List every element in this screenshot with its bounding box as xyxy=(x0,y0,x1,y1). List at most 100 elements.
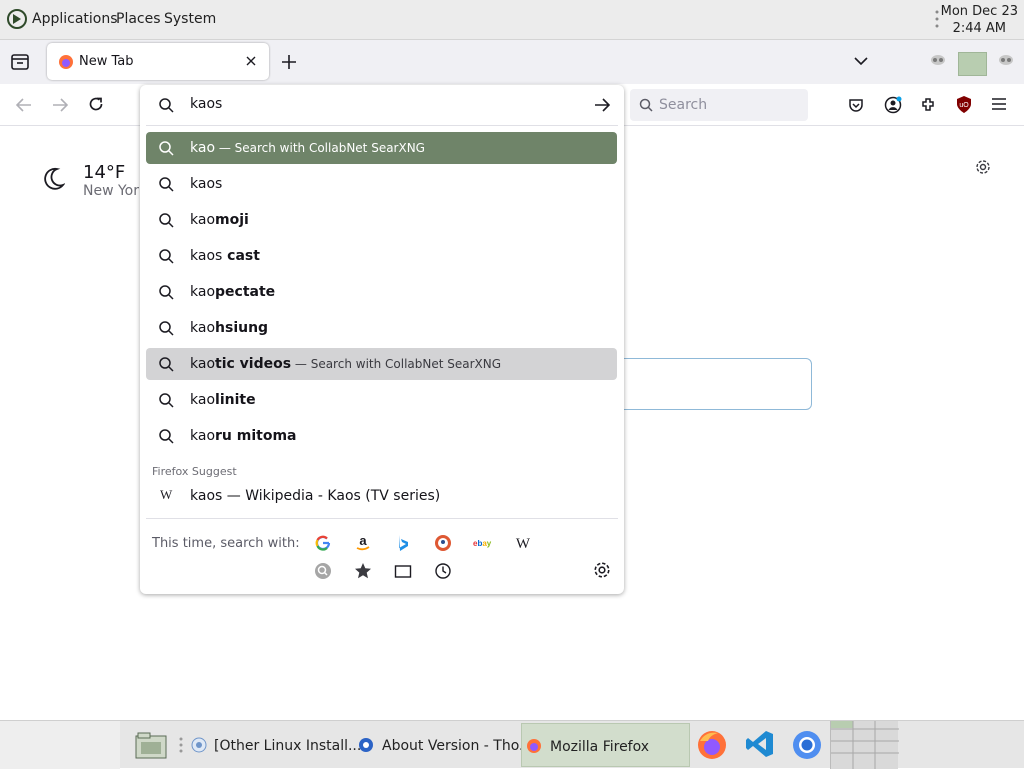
suggestion-row[interactable]: kaohsiung xyxy=(146,312,617,344)
thorium-task-icon xyxy=(358,737,374,753)
suggestion-typed-part: kao xyxy=(190,284,216,300)
extensions-puzzle-icon[interactable] xyxy=(920,96,937,113)
account-icon[interactable] xyxy=(884,96,902,114)
suggestion-completion: pectate xyxy=(215,284,276,300)
firefox-suggest-label: Firefox Suggest xyxy=(152,465,237,478)
ebay-icon[interactable]: ebay xyxy=(473,533,493,553)
search-icon xyxy=(159,249,174,264)
weather-temperature: 14°F xyxy=(83,162,126,183)
suggestion-row[interactable]: kaolinite xyxy=(146,384,617,416)
bookmarks-star-icon[interactable] xyxy=(353,561,373,581)
hamburger-menu-icon[interactable] xyxy=(992,98,1006,110)
wikipedia-suggestion[interactable]: W kaos — Wikipedia - Kaos (TV series) xyxy=(146,480,617,512)
close-tab-icon[interactable] xyxy=(245,55,257,67)
ublock-origin-icon[interactable]: uO xyxy=(956,95,972,114)
task-label: [Other Linux Install... xyxy=(214,738,362,754)
show-desktop-icon[interactable] xyxy=(135,732,167,760)
suggestion-row[interactable]: kaos xyxy=(146,168,617,200)
history-clock-icon[interactable] xyxy=(433,561,453,581)
top-panel: Applications Places System Mon Dec 23 2:… xyxy=(0,0,1024,40)
task-about-version[interactable]: About Version - Tho... xyxy=(354,723,532,767)
newtab-search-field[interactable] xyxy=(612,358,812,410)
tabs-icon[interactable] xyxy=(393,561,413,581)
search-icon xyxy=(159,285,174,300)
suggestion-row[interactable]: kaoru mitoma xyxy=(146,420,617,452)
oneoff-label: This time, search with: xyxy=(152,536,300,551)
personalize-gear-icon[interactable] xyxy=(975,159,991,175)
suggestion-action-text: — Search with CollabNet SearXNG xyxy=(215,141,425,155)
search-icon xyxy=(159,141,174,156)
tab-strip: New Tab xyxy=(0,40,1024,84)
oneoff-divider xyxy=(146,518,618,519)
suggestion-row[interactable]: kaos cast xyxy=(146,240,617,272)
search-bar[interactable]: Search xyxy=(630,89,808,121)
suggestion-text: kaoru mitoma xyxy=(190,428,297,444)
wikipedia-engine-icon[interactable]: W xyxy=(513,533,533,553)
urlbar-dropdown: kaos kao — Search with CollabNet SearXNG… xyxy=(140,85,624,594)
suggestion-completion: tic videos xyxy=(215,356,292,372)
search-icon xyxy=(639,98,653,112)
firefox-favicon-icon xyxy=(58,54,74,70)
searxng-icon[interactable] xyxy=(313,561,333,581)
suggestion-typed-part: kao xyxy=(190,140,216,156)
window-close-icon[interactable] xyxy=(998,54,1014,66)
go-arrow-icon[interactable] xyxy=(594,98,610,112)
clock[interactable]: Mon Dec 23 2:44 AM xyxy=(941,3,1018,37)
wikipedia-icon: W xyxy=(160,487,173,502)
duckduckgo-icon[interactable] xyxy=(433,533,453,553)
suggestion-typed-part: kao xyxy=(190,392,216,408)
suggestion-typed-part: kaos xyxy=(190,176,223,192)
urlbar-divider xyxy=(146,125,618,126)
chromium-launcher-icon[interactable] xyxy=(791,729,823,761)
chrome-task-icon xyxy=(191,737,207,753)
forward-arrow-icon[interactable] xyxy=(52,98,68,112)
task-mozilla-firefox[interactable]: Mozilla Firefox xyxy=(521,723,690,767)
window-minimize-icon[interactable] xyxy=(930,54,946,66)
google-icon[interactable] xyxy=(313,533,333,553)
taskbar: [Other Linux Install... About Version - … xyxy=(0,720,1024,769)
search-icon xyxy=(159,357,174,372)
tab-new-tab[interactable]: New Tab xyxy=(47,43,269,80)
workspace-switcher[interactable] xyxy=(830,721,899,769)
suggestion-completion: moji xyxy=(215,212,249,228)
vscode-launcher-icon[interactable] xyxy=(745,729,775,759)
suggestion-completion: hsiung xyxy=(215,320,269,336)
reload-icon[interactable] xyxy=(88,96,104,112)
firefox-view-icon[interactable] xyxy=(11,54,29,70)
amazon-icon[interactable]: a xyxy=(353,533,373,553)
urlbar-input[interactable]: kaos xyxy=(190,96,222,112)
list-all-tabs-chevron-down-icon[interactable] xyxy=(854,57,868,66)
svg-text:a: a xyxy=(359,533,367,548)
suggestion-typed-part: kao xyxy=(190,320,216,336)
weather-location: New York xyxy=(83,183,148,199)
suggestion-text: kaos cast xyxy=(190,248,260,264)
window-maximize-icon[interactable] xyxy=(958,52,987,76)
bing-icon[interactable] xyxy=(393,533,413,553)
suggestion-text: kaolinite xyxy=(190,392,256,408)
back-arrow-icon[interactable] xyxy=(16,98,32,112)
clock-time: 2:44 AM xyxy=(952,21,1007,36)
suggestion-action-text: — Search with CollabNet SearXNG xyxy=(291,357,502,371)
suggestion-completion: linite xyxy=(215,392,256,408)
pocket-icon[interactable] xyxy=(848,97,864,113)
menu-applications[interactable]: Applications xyxy=(32,11,118,27)
suggestion-typed-part: kaos xyxy=(190,248,223,264)
task-other-linux-install[interactable]: [Other Linux Install... xyxy=(186,723,361,767)
suggestion-row[interactable]: kao — Search with CollabNet SearXNG xyxy=(146,132,617,164)
menu-system[interactable]: System xyxy=(164,11,216,27)
svg-text:ebay: ebay xyxy=(473,539,492,548)
svg-text:W: W xyxy=(516,536,531,552)
suggestion-row[interactable]: kaotic videos — Search with CollabNet Se… xyxy=(146,348,617,380)
suggestion-completion: cast xyxy=(222,248,260,264)
distro-logo-icon[interactable] xyxy=(7,9,27,29)
new-tab-plus-icon[interactable] xyxy=(282,55,296,69)
panel-handle-icon xyxy=(935,10,939,28)
taskbar-handle-icon xyxy=(179,737,183,753)
search-settings-gear-icon[interactable] xyxy=(593,561,613,581)
firefox-task-icon xyxy=(526,738,542,754)
suggestion-row[interactable]: kaopectate xyxy=(146,276,617,308)
firefox-launcher-icon[interactable] xyxy=(696,729,728,761)
suggestion-typed-part: kao xyxy=(190,428,216,444)
menu-places[interactable]: Places xyxy=(116,11,161,27)
suggestion-row[interactable]: kaomoji xyxy=(146,204,617,236)
